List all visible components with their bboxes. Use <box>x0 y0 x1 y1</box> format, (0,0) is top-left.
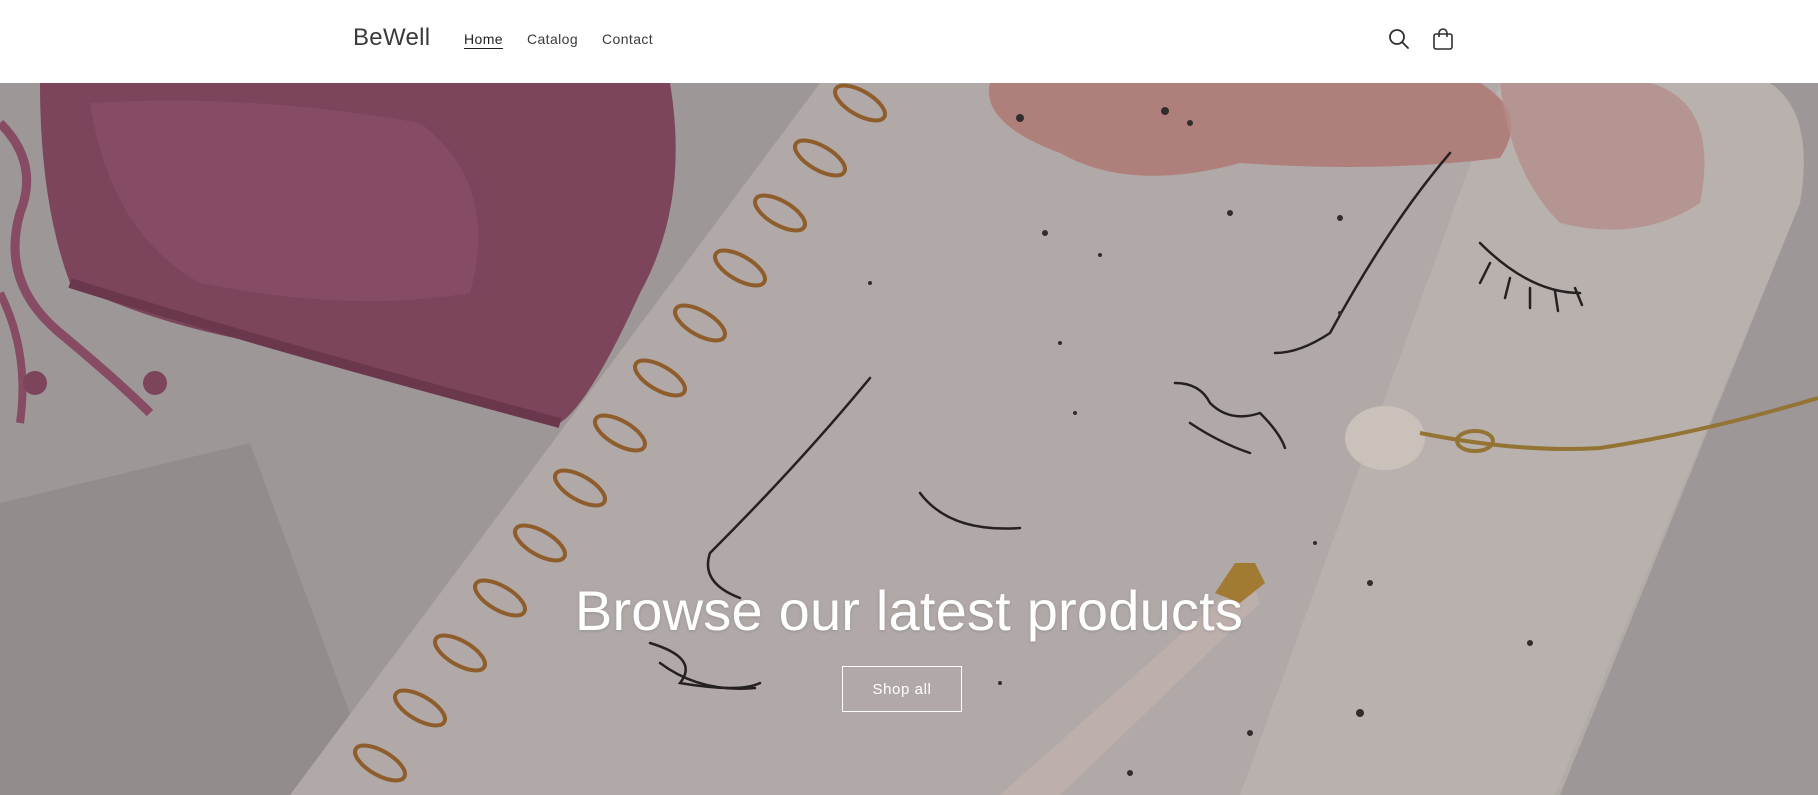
main-nav: Home Catalog Contact <box>464 31 653 47</box>
hero-banner: Browse our latest products Shop all <box>0 83 1818 795</box>
cart-button[interactable] <box>1430 26 1456 52</box>
shop-all-button[interactable]: Shop all <box>842 666 962 712</box>
nav-item-contact[interactable]: Contact <box>602 31 653 47</box>
search-button[interactable] <box>1386 26 1412 52</box>
nav-item-home[interactable]: Home <box>464 31 503 47</box>
site-logo[interactable]: BeWell <box>353 24 430 52</box>
search-icon <box>1389 29 1409 49</box>
nav-item-catalog[interactable]: Catalog <box>527 31 578 47</box>
hero-title: Browse our latest products <box>574 579 1244 642</box>
cart-icon <box>1433 28 1453 50</box>
site-header: BeWell Home Catalog Contact <box>0 0 1818 83</box>
